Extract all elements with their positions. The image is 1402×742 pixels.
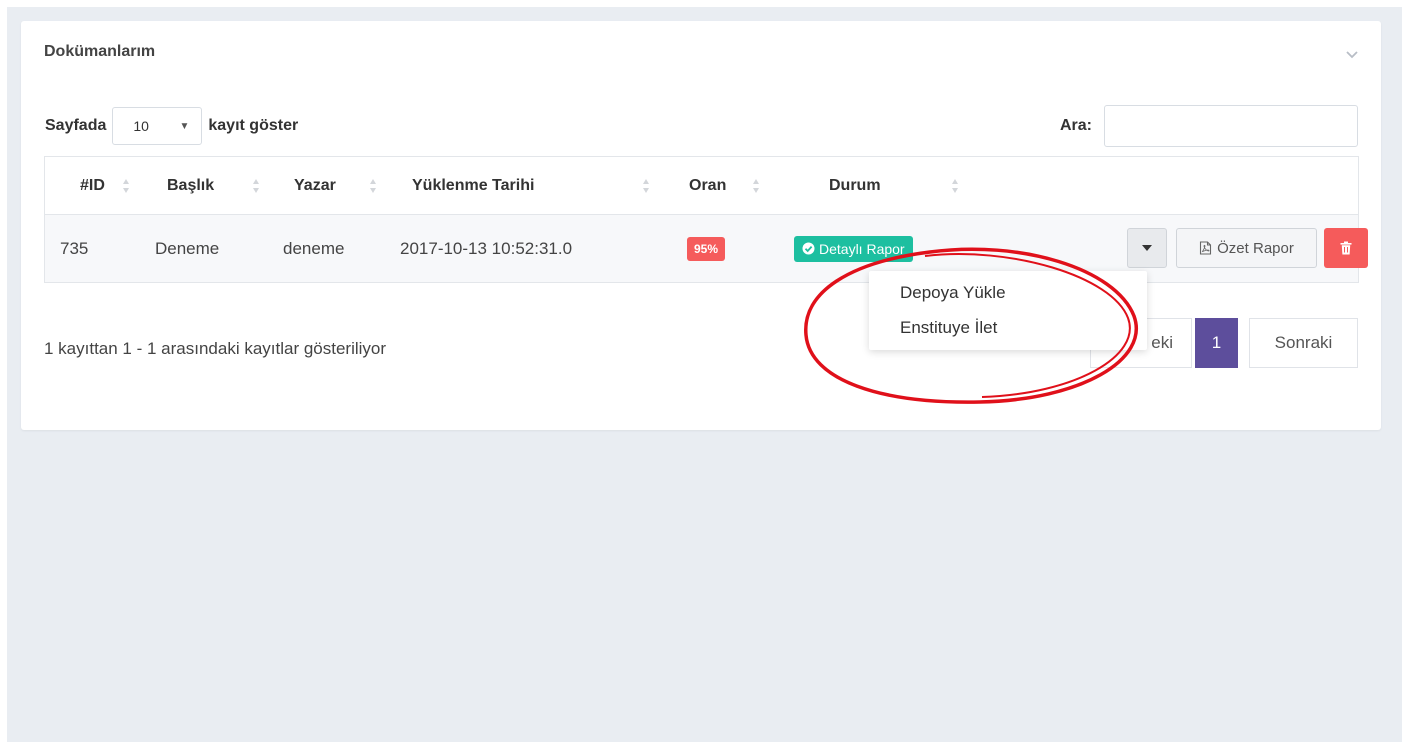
sort-icon <box>370 179 376 193</box>
page-length-suffix: kayıt göster <box>208 117 299 134</box>
next-page-button[interactable]: Sonraki <box>1249 318 1358 368</box>
actions-dropdown-toggle[interactable] <box>1127 228 1167 268</box>
table-row: 735 Deneme deneme 2017-10-13 10:52:31.0 … <box>45 215 1368 282</box>
column-header-status[interactable]: Durum <box>829 157 881 215</box>
column-header-upload-date[interactable]: Yüklenme Tarihi <box>412 157 534 215</box>
table-header: #ID Başlık Yazar Yüklenme Tarihi Oran Du… <box>45 157 1358 215</box>
search-input[interactable] <box>1104 105 1358 147</box>
sort-icon <box>123 179 129 193</box>
cell-author: deneme <box>283 238 345 258</box>
caret-down-icon: ▼ <box>179 120 190 132</box>
detailed-report-label: Detaylı Rapor <box>819 240 905 257</box>
column-header-author[interactable]: Yazar <box>294 157 336 215</box>
cell-rate: 95% <box>687 215 726 282</box>
trash-icon <box>1340 241 1352 255</box>
pdf-file-icon <box>1200 241 1212 255</box>
page-length-value: 10 <box>133 118 149 134</box>
search-label: Ara: <box>1059 117 1092 134</box>
actions-dropdown-menu: Depoya Yükle Enstituye İlet <box>869 271 1147 350</box>
cell-upload-date: 2017-10-13 10:52:31.0 <box>400 238 573 258</box>
menu-item-send-to-institute[interactable]: Enstituye İlet <box>900 318 997 338</box>
chevron-down-icon[interactable] <box>1345 49 1359 59</box>
page-1-button[interactable]: 1 <box>1195 318 1238 368</box>
menu-item-upload-to-repository[interactable]: Depoya Yükle <box>900 283 1006 303</box>
search-control: Ara: <box>1060 105 1358 147</box>
column-header-title[interactable]: Başlık <box>167 157 214 215</box>
caret-down-icon <box>1142 245 1152 251</box>
check-circle-icon <box>802 242 815 255</box>
sort-icon <box>753 179 759 193</box>
page-length-control: Sayfada 10 ▼ kayıt göster <box>45 106 298 146</box>
documents-table: #ID Başlık Yazar Yüklenme Tarihi Oran Du… <box>44 156 1368 283</box>
summary-report-label: Özet Rapor <box>1217 239 1294 257</box>
column-header-id[interactable]: #ID <box>80 157 105 215</box>
page-length-select[interactable]: 10 ▼ <box>112 107 203 145</box>
cell-title: Deneme <box>155 238 220 258</box>
sort-icon <box>253 179 259 193</box>
detailed-report-badge[interactable]: Detaylı Rapor <box>794 235 913 262</box>
delete-button[interactable] <box>1324 228 1368 268</box>
column-header-rate[interactable]: Oran <box>689 157 726 215</box>
rate-badge: 95% <box>687 236 726 261</box>
sort-icon <box>952 179 958 193</box>
cell-id: 735 <box>60 238 89 258</box>
summary-report-button[interactable]: Özet Rapor <box>1176 228 1317 268</box>
panel-title: Dokümanlarım <box>44 43 156 60</box>
table-info: 1 kayıttan 1 - 1 arasındaki kayıtlar gös… <box>44 339 387 358</box>
documents-panel: Dokümanlarım Sayfada 10 ▼ kayıt göster A… <box>21 21 1381 430</box>
sort-icon <box>643 179 649 193</box>
page-length-prefix: Sayfada <box>45 117 107 134</box>
